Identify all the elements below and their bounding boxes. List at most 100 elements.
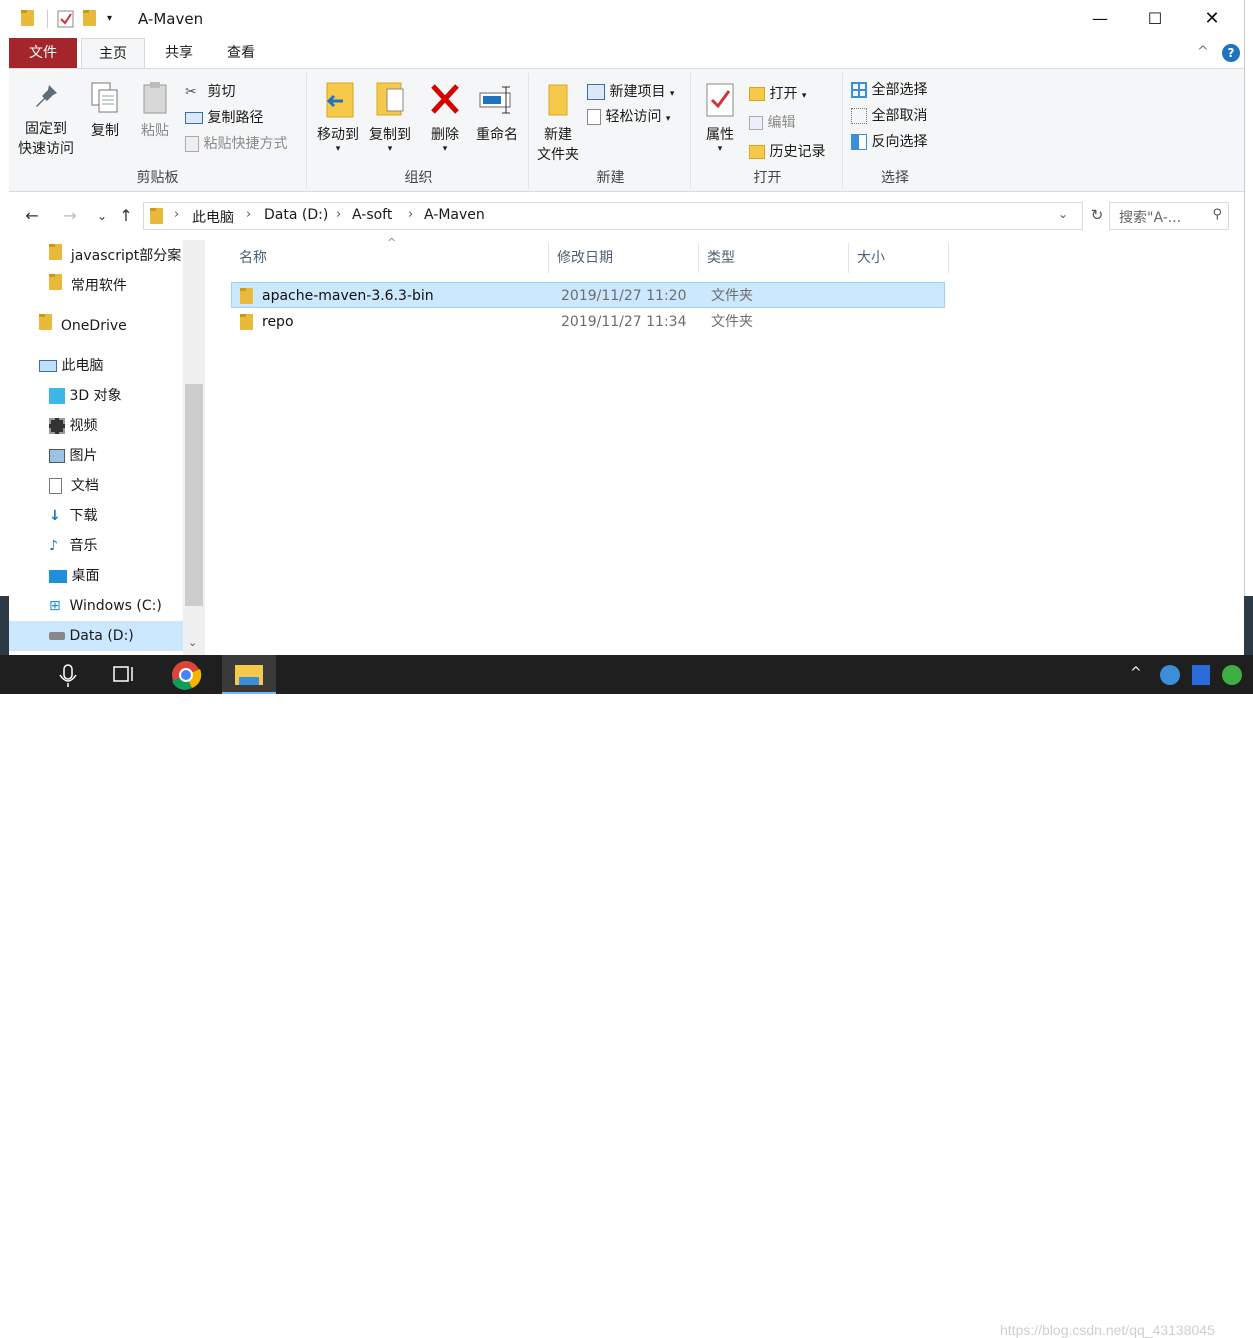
breadcrumb-a-soft[interactable]: A-soft [352,207,392,223]
maximize-button[interactable]: ☐ [1132,6,1178,32]
properties-icon [706,83,734,117]
copy-path-icon [185,112,203,124]
task-view-icon[interactable] [100,655,148,694]
refresh-icon[interactable]: ↻ [1087,206,1107,226]
edit-button[interactable]: 编辑 [749,112,795,134]
file-explorer-taskbar-icon[interactable] [222,655,276,694]
paste-button[interactable]: 粘贴 [133,81,177,141]
tray-app-icon[interactable] [1160,665,1180,685]
sidebar-item-desktop[interactable]: 桌面 [49,561,99,591]
copy-button[interactable]: 复制 [83,81,127,141]
delete-button[interactable]: 删除 ▾ [423,81,467,154]
file-type: 文件夹 [711,288,753,304]
divider [47,10,48,28]
watermark: https://blog.csdn.net/qq_43138045 [1000,1322,1215,1338]
sidebar-item-downloads[interactable]: ↓ 下载 [49,501,97,531]
new-item-button[interactable]: 新建项目 ▾ [587,81,674,103]
sidebar-item-label: Data (D:) [69,628,134,644]
tab-view[interactable]: 查看 [213,38,269,68]
open-folder-icon [749,87,765,101]
invert-selection-label: 反向选择 [871,134,928,150]
table-row[interactable]: repo 2019/11/27 11:34 文件夹 [231,309,945,335]
cut-button[interactable]: ✂ 剪切 [185,81,235,103]
sidebar-scrollbar-thumb[interactable] [185,384,203,606]
recent-locations-icon[interactable]: ⌄ [91,204,113,228]
back-arrow-icon[interactable]: ← [21,204,43,228]
minimize-button[interactable]: — [1077,6,1123,32]
sidebar-item-label: 音乐 [69,538,98,554]
close-button[interactable]: ✕ [1189,6,1235,32]
pin-label: 固定到 [25,121,67,137]
sidebar-item-3d-objects[interactable]: 3D 对象 [49,381,122,411]
drive-icon [49,632,65,640]
sidebar-item-onedrive[interactable]: OneDrive [39,311,127,341]
pin-quick-access-button[interactable]: 固定到 快速访问 [15,81,77,159]
scroll-down-icon[interactable]: ⌄ [188,636,197,649]
microphone-icon[interactable] [44,655,92,694]
wechat-icon[interactable] [1222,665,1242,685]
history-button[interactable]: 历史记录 [749,141,825,163]
forward-arrow-icon[interactable]: → [59,204,81,228]
collapse-ribbon-icon[interactable]: ^ [1197,44,1209,60]
table-row[interactable]: apache-maven-3.6.3-bin 2019/11/27 11:20 … [231,282,945,308]
sidebar-item-windows-c[interactable]: ⊞ Windows (C:) [49,591,162,621]
taskbar: ^ https://blog.csdn.net/qq_43138045 [0,655,1253,1338]
move-to-button[interactable]: 移动到 ▾ [313,81,363,154]
up-arrow-icon[interactable]: ↑ [115,204,137,228]
chevron-down-icon: ▾ [801,91,807,101]
breadcrumb-this-pc[interactable]: 此电脑 [192,207,234,227]
address-bar[interactable]: › 此电脑 › Data (D:) › A-soft › A-Maven ⌄ [143,202,1083,230]
paste-shortcut-button[interactable]: 粘贴快捷方式 [185,133,287,155]
sidebar-item-documents[interactable]: 文档 [49,471,99,501]
title-bar: ▾ A-Maven — ☐ ✕ [9,0,1244,38]
ribbon-tabs: 文件 主页 共享 查看 ^ ? [9,38,1244,69]
pin-icon [36,85,57,107]
customize-toolbar-icon[interactable]: ▾ [107,10,125,28]
copy-to-button[interactable]: 复制到 ▾ [365,81,415,154]
desktop-background-right [1244,596,1253,655]
pictures-icon [49,449,65,463]
delete-x-icon [431,84,459,114]
new-folder-quick-icon[interactable] [83,10,101,28]
edit-icon [749,116,763,130]
properties-quick-icon[interactable] [57,10,75,28]
folder-icon [150,208,163,228]
breadcrumb-data-d[interactable]: Data (D:) [264,207,328,223]
properties-button[interactable]: 属性 ▾ [699,81,741,154]
sidebar-item-videos[interactable]: 视频 [49,411,97,441]
rename-button[interactable]: 重命名 [471,81,523,145]
sidebar-item-common-software[interactable]: 常用软件 [49,271,127,301]
chevron-up-icon[interactable]: ^ [1130,665,1142,681]
sidebar-item-label: 文档 [70,478,99,494]
tab-file[interactable]: 文件 [9,38,77,68]
column-header-type[interactable]: 类型 [699,243,849,273]
copy-path-button[interactable]: 复制路径 [185,107,263,129]
column-header-size[interactable]: 大小 [849,243,949,273]
shield-icon[interactable] [1192,665,1210,685]
window-title: A-Maven [138,10,204,28]
file-type: 文件夹 [711,314,753,330]
sidebar-item-data-d[interactable]: Data (D:) [9,621,183,651]
sidebar-item-music[interactable]: ♪ 音乐 [49,531,97,561]
select-none-button[interactable]: 全部取消 [851,105,927,127]
paste-icon [143,82,167,114]
open-button[interactable]: 打开 ▾ [749,83,806,105]
new-group: 新建 文件夹 新建项目 ▾ 轻松访问 ▾ 新建 [531,73,691,189]
sidebar-item-javascript[interactable]: javascript部分案 [49,241,181,271]
invert-selection-button[interactable]: 反向选择 [851,131,927,153]
sidebar-item-pictures[interactable]: 图片 [49,441,97,471]
help-icon[interactable]: ? [1222,44,1240,62]
column-header-name[interactable]: 名称 [231,243,549,273]
column-header-date[interactable]: 修改日期 [549,243,699,273]
select-all-button[interactable]: 全部选择 [851,79,927,101]
search-box[interactable]: 搜索"A-... ⚲ [1109,202,1229,230]
paste-shortcut-label: 粘贴快捷方式 [203,136,288,152]
tab-share[interactable]: 共享 [149,38,209,68]
address-dropdown-icon[interactable]: ⌄ [1058,207,1068,221]
chrome-icon[interactable] [162,655,210,694]
breadcrumb-a-maven[interactable]: A-Maven [424,207,485,223]
tab-home[interactable]: 主页 [81,38,145,69]
sidebar-item-this-pc[interactable]: 此电脑 [39,351,103,381]
easy-access-button[interactable]: 轻松访问 ▾ [587,106,670,128]
new-folder-button[interactable]: 新建 文件夹 [533,81,583,165]
